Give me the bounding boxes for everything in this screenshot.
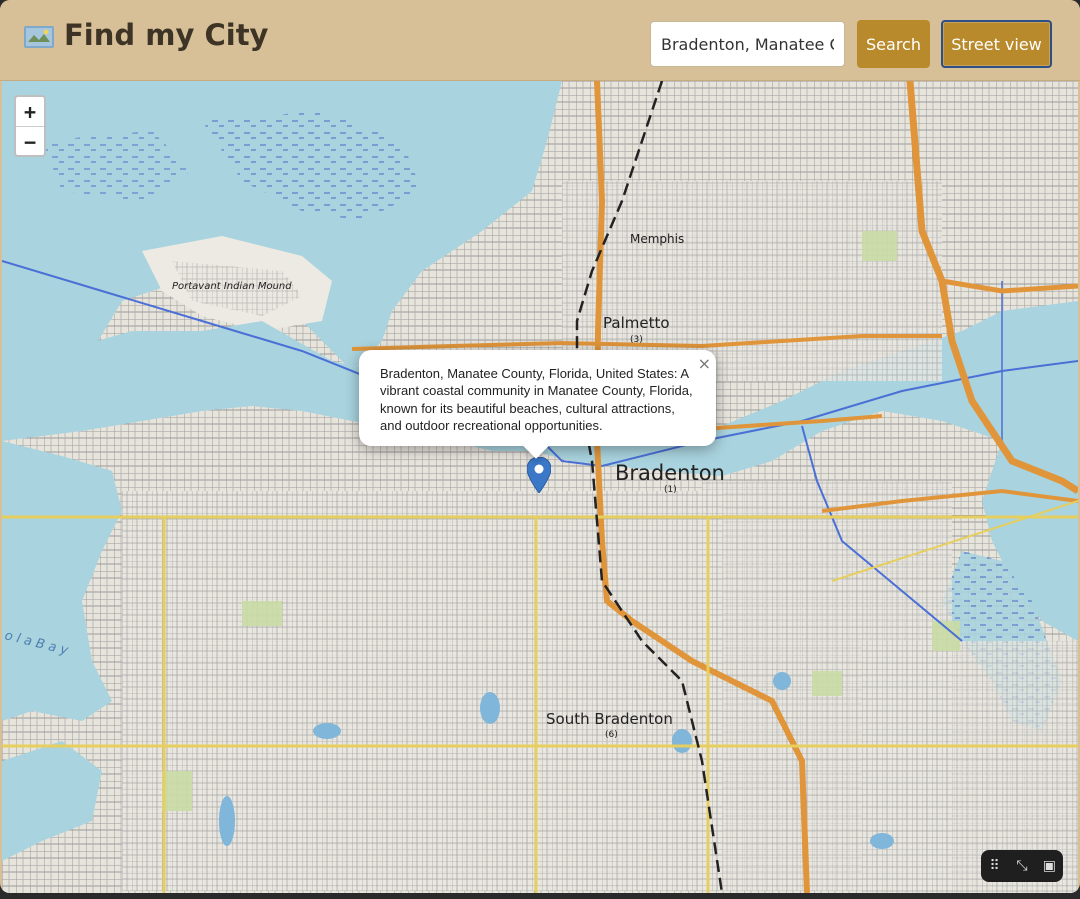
zoom-control: + − <box>14 95 46 157</box>
map-icon <box>24 26 54 48</box>
label-south-bradenton-num: (6) <box>605 730 618 740</box>
map-pin-icon[interactable] <box>527 457 551 493</box>
label-bradenton-num: (1) <box>664 485 677 495</box>
app-window: Find my City Search Street view <box>0 0 1080 893</box>
label-palmetto-num: (3) <box>630 335 643 345</box>
label-memphis: Memphis <box>630 232 684 246</box>
drag-handle-icon[interactable]: ⠿ <box>985 858 1005 874</box>
view-controls: ⠿ ⤡ ▣ <box>981 850 1063 882</box>
street-view-button[interactable]: Street view <box>941 20 1052 68</box>
search-input[interactable] <box>650 21 845 67</box>
collapse-icon[interactable]: ⤡ <box>1012 858 1032 874</box>
label-portavant: Portavant Indian Mound <box>172 281 292 292</box>
header-bar: Find my City Search Street view <box>0 0 1080 81</box>
zoom-out-button[interactable]: − <box>16 127 44 156</box>
close-icon[interactable]: × <box>698 354 711 373</box>
label-south-bradenton: South Bradenton <box>546 710 673 728</box>
app-title: Find my City <box>64 18 269 52</box>
label-bradenton: Bradenton <box>615 461 725 485</box>
search-button[interactable]: Search <box>857 20 930 68</box>
screen-icon[interactable]: ▣ <box>1039 858 1059 874</box>
label-palmetto: Palmetto <box>603 314 670 332</box>
map-popup: Bradenton, Manatee County, Florida, Unit… <box>359 350 716 459</box>
popup-text: Bradenton, Manatee County, Florida, Unit… <box>380 366 693 434</box>
zoom-in-button[interactable]: + <box>16 97 44 127</box>
